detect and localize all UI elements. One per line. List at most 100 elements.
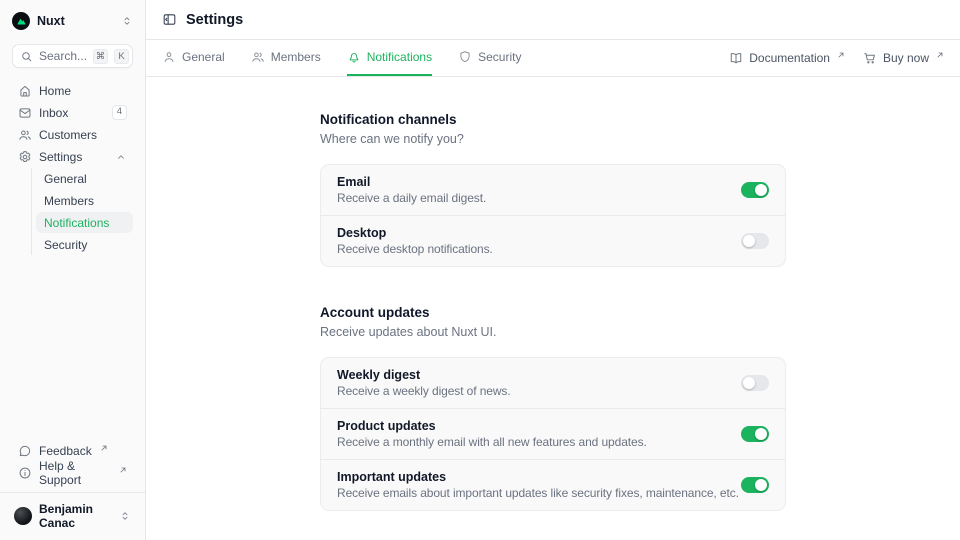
user-name: Benjamin Canac [39, 502, 112, 530]
tabs: General Members Notifications Security [162, 40, 521, 76]
sub-item-label: Notifications [44, 216, 109, 230]
sidebar-item-home[interactable]: Home [12, 80, 133, 101]
settings-subtree: General Members Notifications Security [31, 168, 133, 255]
section-title: Account updates [320, 305, 786, 320]
section-subtitle: Where can we notify you? [320, 132, 786, 146]
chat-bubble-icon [18, 444, 32, 458]
buy-now-label: Buy now [883, 51, 929, 65]
setting-row-important-updates: Important updates Receive emails about i… [321, 459, 785, 510]
account-updates-section: Account updates Receive updates about Nu… [320, 305, 786, 511]
setting-row-email: Email Receive a daily email digest. [321, 165, 785, 215]
setting-title: Product updates [337, 419, 725, 433]
chevron-up-down-icon [119, 510, 131, 522]
search-icon [20, 50, 33, 63]
panel-left-icon [162, 12, 177, 27]
product-updates-toggle[interactable] [741, 426, 769, 442]
cart-icon [863, 51, 877, 65]
documentation-label: Documentation [749, 51, 830, 65]
collapse-sidebar-button[interactable] [162, 12, 177, 27]
documentation-button[interactable]: Documentation [729, 51, 845, 65]
book-icon [729, 51, 743, 65]
sub-item-label: General [44, 172, 87, 186]
workspace-name: Nuxt [37, 14, 114, 28]
setting-title: Desktop [337, 226, 725, 240]
nuxt-logo-icon [12, 12, 30, 30]
tab-general[interactable]: General [162, 40, 225, 76]
buy-now-button[interactable]: Buy now [863, 51, 944, 65]
settings-tabbar: General Members Notifications Security D… [146, 40, 960, 77]
sidebar-item-customers[interactable]: Customers [12, 124, 133, 145]
setting-description: Receive a monthly email with all new fea… [337, 435, 725, 449]
sidebar-nav: Home Inbox 4 Customers Settings General … [12, 80, 133, 255]
main-panel: Settings General Members Notifications S… [146, 0, 960, 540]
sidebar-item-label: Customers [39, 128, 127, 142]
inbox-count-badge: 4 [112, 105, 127, 119]
sidebar-item-general[interactable]: General [36, 168, 133, 189]
setting-row-weekly-digest: Weekly digest Receive a weekly digest of… [321, 358, 785, 408]
sub-item-label: Security [44, 238, 87, 252]
setting-title: Weekly digest [337, 368, 725, 382]
sidebar: Nuxt Search... ⌘ K Home Inbox 4 Customer… [0, 0, 146, 540]
sub-item-label: Members [44, 194, 94, 208]
inbox-icon [18, 106, 32, 120]
users-icon [18, 128, 32, 142]
external-link-icon [837, 51, 845, 59]
notification-channels-card: Email Receive a daily email digest. Desk… [320, 164, 786, 267]
external-link-icon [119, 466, 127, 474]
sidebar-item-members[interactable]: Members [36, 190, 133, 211]
search-placeholder: Search... [39, 49, 87, 63]
gear-icon [18, 150, 32, 164]
notification-channels-section: Notification channels Where can we notif… [320, 112, 786, 267]
search-input[interactable]: Search... ⌘ K [12, 44, 133, 68]
sidebar-item-inbox[interactable]: Inbox 4 [12, 102, 133, 123]
sidebar-item-security[interactable]: Security [36, 234, 133, 255]
account-updates-card: Weekly digest Receive a weekly digest of… [320, 357, 786, 511]
user-menu[interactable]: Benjamin Canac [12, 493, 133, 532]
workspace-switcher[interactable]: Nuxt [12, 10, 133, 32]
tab-label: Notifications [367, 50, 432, 64]
tab-members[interactable]: Members [251, 40, 321, 76]
setting-description: Receive a weekly digest of news. [337, 384, 725, 398]
kbd-cmd: ⌘ [93, 49, 108, 64]
setting-row-desktop: Desktop Receive desktop notifications. [321, 215, 785, 266]
section-subtitle: Receive updates about Nuxt UI. [320, 325, 786, 339]
external-link-icon [936, 51, 944, 59]
shield-icon [458, 50, 472, 64]
page-header: Settings [146, 0, 960, 40]
sidebar-item-label: Home [39, 84, 127, 98]
important-updates-toggle[interactable] [741, 477, 769, 493]
setting-description: Receive emails about important updates l… [337, 486, 725, 500]
setting-title: Email [337, 175, 725, 189]
kbd-k: K [114, 49, 129, 64]
tab-security[interactable]: Security [458, 40, 521, 76]
tab-notifications[interactable]: Notifications [347, 40, 432, 76]
settings-content: Notification channels Where can we notif… [146, 77, 960, 540]
desktop-toggle[interactable] [741, 233, 769, 249]
setting-title: Important updates [337, 470, 725, 484]
sidebar-footer: Feedback Help & Support Benjamin Canac [12, 440, 133, 532]
sidebar-item-notifications[interactable]: Notifications [36, 212, 133, 233]
info-circle-icon [18, 466, 32, 480]
email-toggle[interactable] [741, 182, 769, 198]
sidebar-item-label: Inbox [39, 106, 105, 120]
setting-description: Receive desktop notifications. [337, 242, 725, 256]
tab-label: General [182, 50, 225, 64]
bell-icon [347, 50, 361, 64]
page-title: Settings [186, 12, 243, 28]
users-icon [251, 50, 265, 64]
help-support-link[interactable]: Help & Support [12, 462, 133, 484]
external-link-icon [100, 444, 108, 452]
weekly-digest-toggle[interactable] [741, 375, 769, 391]
tabbar-actions: Documentation Buy now [729, 40, 944, 76]
section-title: Notification channels [320, 112, 786, 127]
home-icon [18, 84, 32, 98]
sidebar-item-label: Settings [39, 150, 108, 164]
user-icon [162, 50, 176, 64]
setting-description: Receive a daily email digest. [337, 191, 725, 205]
sidebar-item-settings[interactable]: Settings [12, 146, 133, 167]
chevron-up-down-icon [121, 15, 133, 27]
avatar [14, 507, 32, 525]
tab-label: Members [271, 50, 321, 64]
feedback-label: Feedback [39, 444, 92, 458]
help-support-label: Help & Support [39, 459, 111, 487]
